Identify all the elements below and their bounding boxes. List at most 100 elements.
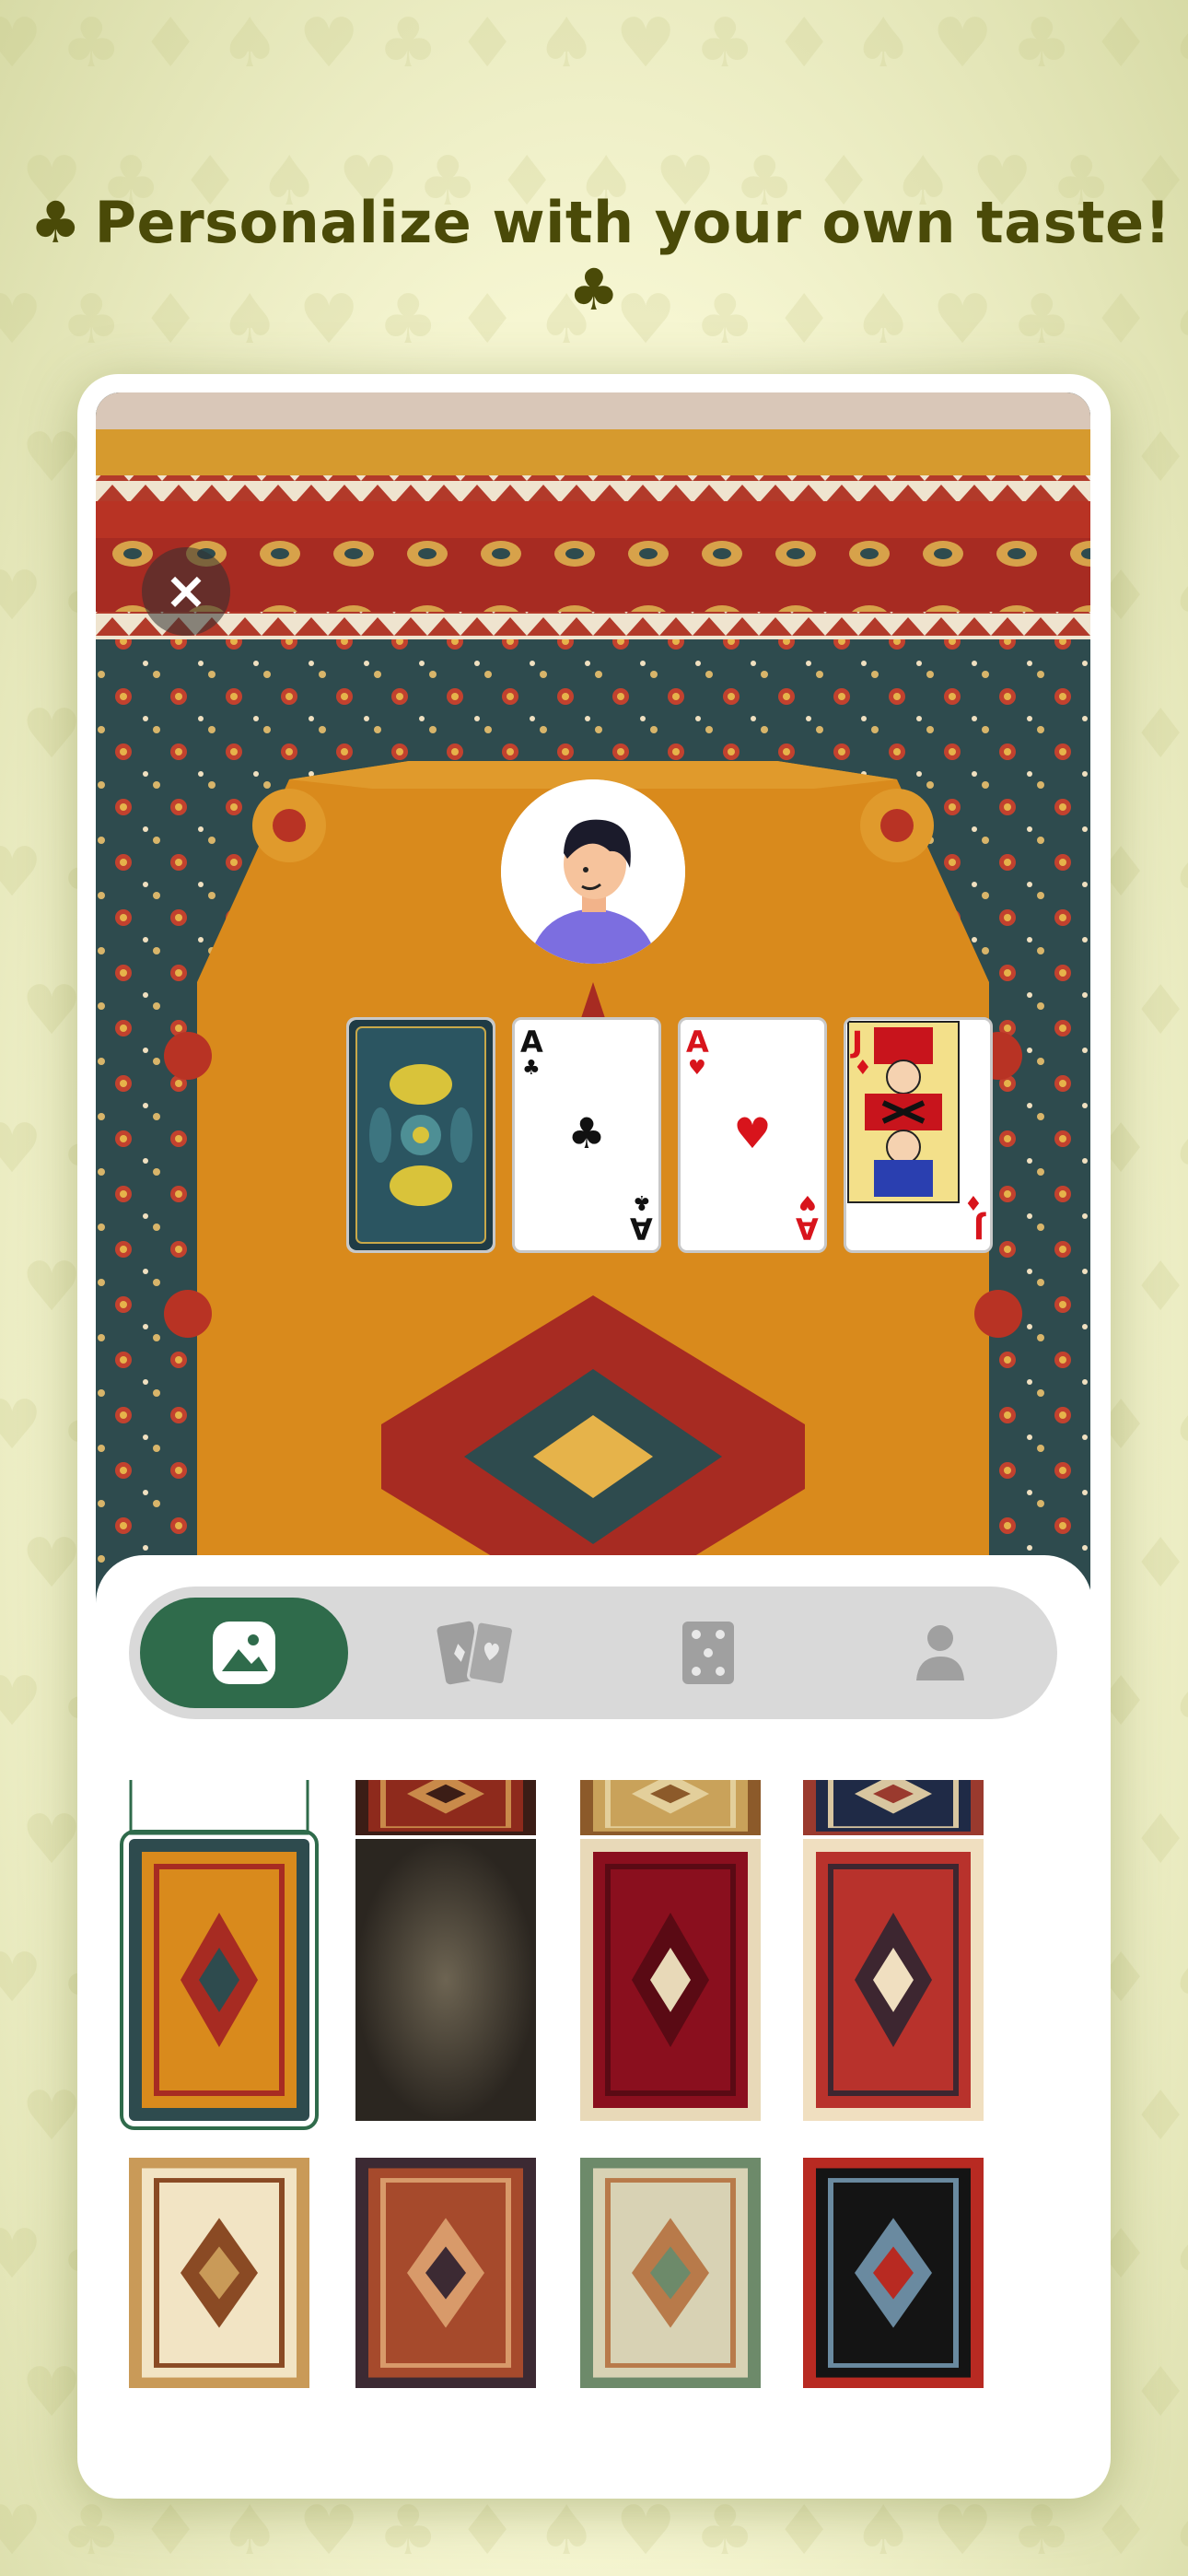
suit-pattern-glyph: ♦ bbox=[1130, 2353, 1188, 2432]
suit-pattern-glyph: ♥ bbox=[615, 4, 677, 83]
club-icon: ♣ bbox=[567, 256, 621, 323]
game-table-preview: × A ♣ A ♣ ♣ A ♥ A ♥ ♥ J ♦ J ♦ bbox=[96, 392, 1090, 1618]
suit-pattern-glyph: ♣ bbox=[1011, 4, 1073, 83]
customization-panel bbox=[96, 1555, 1092, 2480]
thumbnail-image bbox=[129, 2158, 309, 2388]
background-thumbnail-black-red-geometric-rug[interactable] bbox=[803, 2158, 984, 2388]
suit-pattern-glyph: ♦ bbox=[1130, 695, 1188, 774]
suit-pattern-glyph: ♦ bbox=[1130, 971, 1188, 1050]
suit-pattern-glyph: ♠ bbox=[536, 4, 598, 83]
avatar-illustration bbox=[501, 779, 685, 964]
playing-card-j: J ♦ J ♦ bbox=[844, 1017, 993, 1253]
suit-pattern-glyph: ♥ bbox=[0, 1938, 43, 2018]
background-grid bbox=[96, 1780, 1092, 2480]
suit-pattern-glyph: ♣ bbox=[1011, 2491, 1073, 2570]
suit-pattern-glyph: ♠ bbox=[853, 2491, 914, 2570]
thumbnail-image bbox=[355, 1780, 536, 1835]
card-rank: A bbox=[630, 1211, 653, 1246]
close-icon: × bbox=[164, 561, 208, 621]
suit-pattern-glyph: ♠ bbox=[1170, 2497, 1188, 2565]
jack-portrait bbox=[847, 1021, 960, 1203]
suit-pattern-glyph: ♣ bbox=[378, 2491, 439, 2570]
cards-icon bbox=[437, 1620, 515, 1687]
club-icon: ♣ bbox=[29, 189, 82, 256]
thumbnail-image bbox=[803, 2158, 984, 2388]
suit-pattern-glyph: ♠ bbox=[1170, 1668, 1188, 1736]
card-suit-small: ♦ bbox=[964, 1190, 983, 1213]
card-suit-small: ♦ bbox=[854, 1057, 872, 1080]
suit-pattern-glyph: ♥ bbox=[0, 1109, 43, 1188]
card-rank: J bbox=[852, 1025, 863, 1060]
suit-pattern-glyph: ♣ bbox=[694, 2491, 756, 2570]
suit-pattern-glyph: ♥ bbox=[21, 1524, 83, 1603]
suit-pattern-glyph: ♥ bbox=[0, 4, 43, 83]
person-icon bbox=[916, 1625, 964, 1680]
suit-pattern-glyph: ♠ bbox=[1170, 9, 1188, 77]
suit-pattern-glyph: ♥ bbox=[0, 2215, 43, 2294]
card-suit-small: ♣ bbox=[633, 1190, 651, 1213]
card-rank: A bbox=[686, 1025, 709, 1060]
tab-bar bbox=[129, 1587, 1057, 1719]
headline: ♣ Personalize with your own taste!♣ bbox=[0, 189, 1188, 323]
suit-pattern-glyph: ♦ bbox=[457, 2491, 518, 2570]
suit-pattern-glyph: ♥ bbox=[298, 2491, 360, 2570]
card-back bbox=[346, 1017, 495, 1253]
background-thumbnail-pictorial-garden-rug[interactable] bbox=[580, 2158, 761, 2388]
suit-pattern-glyph: ♥ bbox=[0, 556, 43, 636]
headline-text: Personalize with your own taste! bbox=[94, 189, 1171, 256]
suit-pattern-glyph: ♥ bbox=[21, 695, 83, 774]
suit-pattern-glyph: ♣ bbox=[61, 4, 122, 83]
card-suit-small: ♥ bbox=[688, 1057, 706, 1080]
card-deck-tab[interactable] bbox=[372, 1598, 580, 1708]
player-avatar bbox=[501, 779, 685, 964]
suit-pattern-glyph: ♦ bbox=[457, 4, 518, 83]
suit-pattern-glyph: ♦ bbox=[1130, 2077, 1188, 2156]
background-thumbnail-red-medallion-rug[interactable] bbox=[803, 1839, 984, 2121]
thumbnail-image bbox=[129, 1780, 309, 1835]
suit-pattern-glyph: ♥ bbox=[932, 2491, 994, 2570]
suit-pattern-glyph: ♠ bbox=[1170, 1944, 1188, 2012]
suit-pattern-glyph: ♠ bbox=[1170, 1115, 1188, 1183]
table-rug-background bbox=[96, 392, 1090, 1618]
background-thumbnail-red-rug-1[interactable] bbox=[355, 1780, 536, 1835]
suit-pattern-glyph: ♥ bbox=[0, 1662, 43, 1741]
suit-pattern-glyph: ♥ bbox=[0, 1386, 43, 1465]
background-thumbnail-gold-rug-1[interactable] bbox=[580, 1780, 761, 1835]
background-thumbnail-cream-medallion-rug[interactable] bbox=[129, 2158, 309, 2388]
suit-pattern-glyph: ♦ bbox=[1090, 4, 1152, 83]
card-rank: J bbox=[973, 1211, 984, 1246]
suit-pattern-glyph: ♠ bbox=[853, 4, 914, 83]
suit-pattern-glyph: ♦ bbox=[774, 2491, 835, 2570]
background-thumbnail-dark-damask[interactable] bbox=[355, 1839, 536, 2121]
suit-pattern-glyph: ♠ bbox=[219, 2491, 281, 2570]
suit-pattern-glyph: ♦ bbox=[1090, 2491, 1152, 2570]
suit-pattern-glyph: ♦ bbox=[774, 4, 835, 83]
suit-pattern-glyph: ♥ bbox=[21, 1800, 83, 1879]
background-thumbnail-crimson-border-rug[interactable] bbox=[580, 1839, 761, 2121]
suit-pattern-glyph: ♠ bbox=[219, 4, 281, 83]
thumbnail-image bbox=[580, 1839, 761, 2121]
suit-pattern-glyph: ♥ bbox=[21, 1247, 83, 1327]
background-thumbnail-orange-medallion-rug[interactable] bbox=[120, 1830, 319, 2130]
background-thumbnail-terracotta-rug[interactable] bbox=[355, 2158, 536, 2388]
suit-pattern-glyph: ♥ bbox=[21, 2353, 83, 2432]
suit-pattern-glyph: ♥ bbox=[615, 2491, 677, 2570]
close-button[interactable]: × bbox=[142, 547, 230, 636]
suit-pattern-glyph: ♦ bbox=[140, 2491, 202, 2570]
suit-pattern-glyph: ♥ bbox=[298, 4, 360, 83]
background-thumbnail-navy-rug-1[interactable] bbox=[803, 1780, 984, 1835]
avatar-tab[interactable] bbox=[836, 1598, 1044, 1708]
dice-card-icon bbox=[682, 1622, 734, 1684]
card-face-tab[interactable] bbox=[604, 1598, 812, 1708]
background-thumbnail-plain-white[interactable] bbox=[129, 1780, 309, 1835]
thumbnail-image bbox=[580, 2158, 761, 2388]
suit-pattern-glyph: ♣ bbox=[694, 4, 756, 83]
image-icon bbox=[213, 1622, 275, 1684]
card-rank: A bbox=[520, 1025, 543, 1060]
suit-pattern-glyph: ♦ bbox=[1130, 1800, 1188, 1879]
phone-screen: × A ♣ A ♣ ♣ A ♥ A ♥ ♥ J ♦ J ♦ bbox=[77, 374, 1111, 2499]
suit-pattern-glyph: ♥ bbox=[932, 4, 994, 83]
suit-pattern-glyph: ♠ bbox=[1170, 2220, 1188, 2289]
card-center-suit: ♥ bbox=[733, 1108, 772, 1158]
background-tab[interactable] bbox=[140, 1598, 348, 1708]
